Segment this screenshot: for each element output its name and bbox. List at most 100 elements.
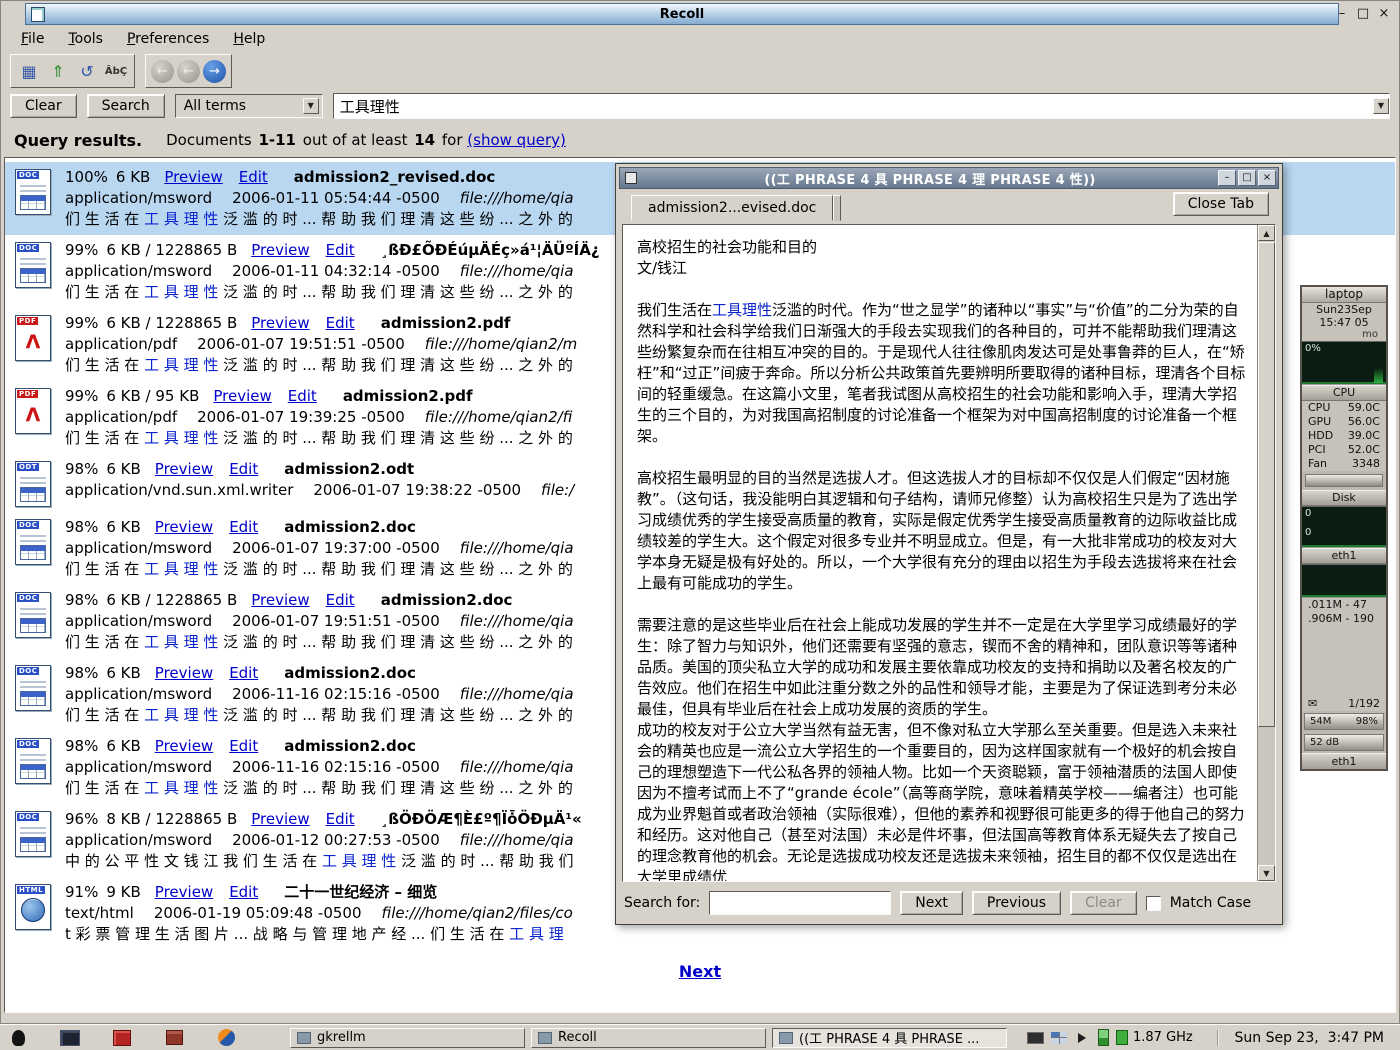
result-edit-link[interactable]: Edit — [288, 387, 317, 405]
spellcheck-icon[interactable]: ÂbÇ — [103, 58, 129, 84]
result-preview-link[interactable]: Preview — [155, 518, 213, 536]
preview-tab-bar: admission2...evised.doc Close Tab — [619, 189, 1279, 222]
result-relevance: 98% — [65, 737, 98, 755]
taskbar-task[interactable]: Recoll — [531, 1028, 766, 1048]
result-filename: admission2.pdf — [343, 387, 473, 405]
result-edit-link[interactable]: Edit — [229, 883, 258, 901]
firefox-launcher-icon[interactable] — [214, 1027, 238, 1049]
forward-icon[interactable]: → — [203, 60, 226, 83]
result-edit-link[interactable]: Edit — [239, 168, 268, 186]
result-preview-link[interactable]: Preview — [251, 314, 309, 332]
media-launcher-icon[interactable] — [110, 1027, 134, 1049]
preview-maximize-button[interactable]: □ — [1238, 170, 1256, 186]
close-button[interactable]: × — [1377, 6, 1391, 22]
clear-button[interactable]: Clear — [10, 94, 77, 118]
find-clear-button[interactable]: Clear — [1070, 891, 1137, 915]
match-case-checkbox[interactable] — [1146, 896, 1161, 911]
maximize-button[interactable]: □ — [1356, 6, 1370, 22]
task-label: gkrellm — [317, 1030, 366, 1045]
gk-memory-krell[interactable]: 54M 98% — [1304, 713, 1384, 730]
preview-titlebar[interactable]: ((工 PHRASE 4 具 PHRASE 4 理 PHRASE 4 性)) –… — [619, 167, 1279, 189]
taskbar-task[interactable]: gkrellm — [290, 1028, 525, 1048]
preview-minimize-button[interactable]: – — [1218, 170, 1236, 186]
search-button[interactable]: Search — [87, 94, 165, 118]
gk-net-rx: .011M - 47 — [1308, 598, 1367, 612]
result-edit-link[interactable]: Edit — [229, 460, 258, 478]
preview-paragraph: 高校招生最明显的目的当然是选拔人才。但这选拔人才的目标却不仅仅是人们假定“因材施… — [637, 468, 1247, 594]
chevron-down-icon[interactable]: ▼ — [303, 98, 319, 114]
package-launcher-icon[interactable] — [162, 1027, 186, 1049]
update-index-icon[interactable]: ⇑ — [45, 58, 71, 84]
result-date: 2006-01-11 04:32:14 -0500 — [232, 262, 440, 280]
taskbar-task[interactable]: ((工 PHRASE 4 具 PHRASE ... — [772, 1028, 1007, 1048]
find-input[interactable] — [709, 891, 891, 915]
result-preview-link[interactable]: Preview — [164, 168, 222, 186]
result-preview-link[interactable]: Preview — [155, 737, 213, 755]
search-query-input[interactable] — [334, 97, 1373, 115]
back-icon[interactable]: ← — [151, 60, 174, 83]
gk-volume-value: 52 dB — [1310, 737, 1339, 748]
result-size: 6 KB / 95 KB — [106, 387, 199, 405]
result-preview-link[interactable]: Preview — [251, 810, 309, 828]
find-next-button[interactable]: Next — [900, 891, 963, 915]
menu-tools[interactable]: Tools — [59, 29, 112, 49]
result-size: 6 KB — [106, 664, 140, 682]
preview-tab[interactable]: admission2...evised.doc — [631, 195, 833, 221]
find-previous-button[interactable]: Previous — [972, 891, 1061, 915]
back-alt-icon[interactable]: ← — [177, 60, 200, 83]
titlebar-gradient[interactable]: Recoll — [25, 3, 1339, 25]
gk-volume-krell[interactable]: 52 dB — [1304, 734, 1384, 751]
find-label: Search for: — [624, 895, 700, 911]
result-preview-link[interactable]: Preview — [213, 387, 271, 405]
result-mimetype: application/msword — [65, 539, 212, 557]
result-snippet: t 彩 票 管 理 生 活 图 片 ... 战 略 与 管 理 地 产 经 ..… — [65, 924, 573, 945]
close-tab-button[interactable]: Close Tab — [1173, 192, 1269, 216]
result-edit-link[interactable]: Edit — [326, 241, 355, 259]
menu-preferences[interactable]: Preferences — [118, 29, 218, 49]
result-size: 9 KB — [106, 883, 140, 901]
show-query-link[interactable]: (show query) — [467, 131, 566, 149]
result-url: file:///home/qian2/fi — [425, 408, 573, 426]
cpu-freq-icon — [1116, 1030, 1128, 1045]
result-preview-link[interactable]: Preview — [155, 664, 213, 682]
task-label: ((工 PHRASE 4 具 PHRASE ... — [799, 1028, 979, 1047]
next-page-link[interactable]: Next — [679, 962, 721, 981]
results-for-label: for — [442, 131, 463, 149]
result-edit-link[interactable]: Edit — [229, 737, 258, 755]
minimize-button[interactable]: – — [1335, 6, 1349, 22]
app-menu-icon[interactable] — [6, 1027, 30, 1049]
table-view-icon[interactable]: ▦ — [16, 58, 42, 84]
menu-file[interactable]: File — [12, 29, 53, 49]
preview-close-button[interactable]: × — [1258, 170, 1276, 186]
result-snippet: 中 的 公 平 性 文 钱 江 我 们 生 活 在 工 具 理 性 泛 滥 的 … — [65, 851, 582, 872]
window-titlebar[interactable]: Recoll – □ × — [3, 3, 1397, 25]
battery-icon[interactable] — [1098, 1029, 1109, 1046]
result-edit-link[interactable]: Edit — [326, 810, 355, 828]
result-preview-link[interactable]: Preview — [155, 460, 213, 478]
result-date: 2006-01-07 19:37:00 -0500 — [232, 539, 440, 557]
result-edit-link[interactable]: Edit — [229, 518, 258, 536]
preview-scrollbar[interactable]: ▲ ▼ — [1257, 225, 1275, 881]
result-preview-link[interactable]: Preview — [251, 241, 309, 259]
search-mode-select[interactable]: All terms ▼ — [175, 94, 323, 118]
menu-help[interactable]: Help — [224, 29, 274, 49]
result-preview-link[interactable]: Preview — [251, 591, 309, 609]
result-edit-link[interactable]: Edit — [326, 314, 355, 332]
result-preview-link[interactable]: Preview — [155, 883, 213, 901]
query-dropdown-icon[interactable]: ▼ — [1373, 98, 1389, 114]
gk-footer: eth1 — [1302, 753, 1386, 769]
history-icon[interactable]: ↺ — [74, 58, 100, 84]
scrollbar-thumb[interactable] — [1258, 242, 1275, 727]
result-mimetype: application/vnd.sun.xml.writer — [65, 481, 293, 499]
query-combobox: ▼ — [333, 93, 1390, 119]
search-term-highlight: 工 具 理 — [509, 925, 564, 943]
volume-icon[interactable] — [1078, 1033, 1091, 1043]
scroll-up-icon[interactable]: ▲ — [1258, 225, 1275, 241]
scroll-down-icon[interactable]: ▼ — [1258, 865, 1275, 881]
task-label: Recoll — [558, 1030, 597, 1045]
keyboard-layout-icon[interactable] — [1027, 1032, 1044, 1044]
result-edit-link[interactable]: Edit — [326, 591, 355, 609]
result-edit-link[interactable]: Edit — [229, 664, 258, 682]
terminal-launcher-icon[interactable] — [58, 1027, 82, 1049]
workspace-pager-icon[interactable] — [1051, 1032, 1067, 1044]
